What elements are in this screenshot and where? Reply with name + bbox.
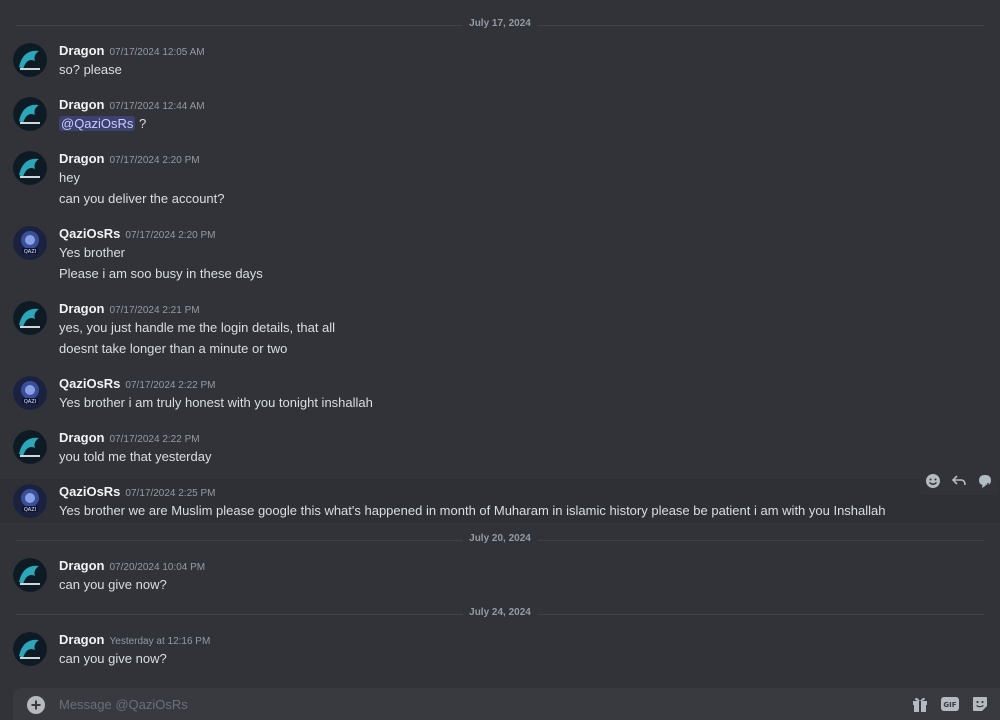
message-text: Yes brother we are Muslim please google … bbox=[59, 503, 886, 518]
create-thread-icon[interactable] bbox=[974, 470, 996, 492]
timestamp: 07/17/2024 2:22 PM bbox=[125, 380, 216, 391]
author-name[interactable]: Dragon bbox=[59, 558, 105, 573]
author-name[interactable]: Dragon bbox=[59, 43, 105, 58]
avatar-qazi[interactable]: QAZI bbox=[13, 226, 47, 260]
message[interactable]: Dragon 07/17/2024 12:44 AM @QaziOsRs ? bbox=[0, 92, 1000, 140]
avatar-dragon[interactable] bbox=[13, 632, 47, 666]
message-header: QaziOsRs 07/17/2024 2:20 PM bbox=[59, 226, 216, 241]
message-text: can you give now? bbox=[59, 651, 167, 666]
message-header: Dragon 07/17/2024 2:21 PM bbox=[59, 301, 200, 316]
timestamp: 07/17/2024 2:20 PM bbox=[109, 155, 200, 166]
message[interactable]: Dragon 07/17/2024 2:20 PM hey can you del… bbox=[0, 146, 1000, 212]
message-text: doesnt take longer than a minute or two bbox=[59, 341, 288, 356]
message-text: @QaziOsRs ? bbox=[59, 116, 146, 131]
timestamp: 07/17/2024 2:21 PM bbox=[109, 305, 200, 316]
avatar-dragon[interactable] bbox=[13, 301, 47, 335]
message-text: so? please bbox=[59, 62, 122, 77]
timestamp: 07/20/2024 10:04 PM bbox=[109, 562, 206, 573]
author-name[interactable]: Dragon bbox=[59, 301, 105, 316]
avatar-dragon[interactable] bbox=[13, 43, 47, 77]
message[interactable]: QAZI QaziOsRs 07/17/2024 2:20 PM Yes brot… bbox=[0, 221, 1000, 287]
message[interactable]: Dragon Yesterday at 12:16 PM can you give… bbox=[0, 627, 1000, 675]
message-header: QaziOsRs 07/17/2024 2:22 PM bbox=[59, 376, 216, 391]
message-header: Dragon 07/20/2024 10:04 PM bbox=[59, 558, 205, 573]
date-divider: July 20, 2024 bbox=[16, 533, 984, 544]
timestamp: 07/17/2024 2:20 PM bbox=[125, 230, 216, 241]
author-name[interactable]: Dragon bbox=[59, 430, 105, 445]
date-divider: July 24, 2024 bbox=[16, 607, 984, 618]
avatar-dragon[interactable] bbox=[13, 430, 47, 464]
gift-icon[interactable] bbox=[910, 694, 930, 714]
timestamp: Yesterday at 12:16 PM bbox=[109, 636, 211, 647]
timestamp: 07/17/2024 2:22 PM bbox=[109, 434, 200, 445]
avatar-dragon[interactable] bbox=[13, 97, 47, 131]
sticker-icon[interactable] bbox=[970, 694, 990, 714]
message-text: can you give now? bbox=[59, 577, 167, 592]
timestamp: 07/17/2024 12:05 AM bbox=[109, 47, 205, 58]
date-divider-label: July 20, 2024 bbox=[463, 533, 537, 544]
message[interactable]: Dragon 07/17/2024 12:05 AM so? please bbox=[0, 38, 1000, 86]
message[interactable]: Dragon 07/17/2024 2:21 PM yes, you just h… bbox=[0, 296, 1000, 362]
date-divider-label: July 17, 2024 bbox=[463, 18, 537, 29]
message-hovered[interactable]: QAZI QaziOsRs 07/17/2024 2:25 PM Yes brot… bbox=[0, 467, 1000, 523]
author-name[interactable]: Dragon bbox=[59, 151, 105, 166]
author-name[interactable]: Dragon bbox=[59, 97, 105, 112]
svg-text:QAZI: QAZI bbox=[24, 507, 36, 513]
message-text: Yes brother i am truly honest with you t… bbox=[59, 395, 373, 410]
avatar-dragon[interactable] bbox=[13, 558, 47, 592]
message-text-suffix: ? bbox=[135, 116, 147, 131]
message[interactable]: Dragon 07/17/2024 2:22 PM you told me tha… bbox=[0, 425, 1000, 473]
message-list[interactable]: July 17, 2024 Dragon 07/17/2024 12:05 AM … bbox=[0, 0, 1000, 686]
add-attachment-icon[interactable] bbox=[27, 696, 45, 714]
author-name[interactable]: Dragon bbox=[59, 632, 105, 647]
message-composer[interactable]: Message @QaziOsRs GIF bbox=[13, 688, 1000, 720]
add-reaction-icon[interactable] bbox=[922, 470, 944, 492]
timestamp: 07/17/2024 2:25 PM bbox=[125, 488, 216, 499]
author-name[interactable]: QaziOsRs bbox=[59, 226, 120, 241]
avatar-qazi[interactable]: QAZI bbox=[13, 376, 47, 410]
message-text: hey bbox=[59, 170, 80, 185]
message-text: Please i am soo busy in these days bbox=[59, 266, 263, 281]
message-header: Dragon 07/17/2024 12:05 AM bbox=[59, 43, 205, 58]
message[interactable]: QAZI QaziOsRs 07/17/2024 2:22 PM Yes brot… bbox=[0, 371, 1000, 419]
message-text: yes, you just handle me the login detail… bbox=[59, 320, 336, 335]
avatar-qazi[interactable]: QAZI bbox=[13, 484, 47, 518]
author-name[interactable]: QaziOsRs bbox=[59, 484, 120, 499]
svg-text:QAZI: QAZI bbox=[24, 399, 36, 405]
message-text: you told me that yesterday bbox=[59, 449, 212, 464]
message-header: Dragon 07/17/2024 2:20 PM bbox=[59, 151, 200, 166]
message-text: can you deliver the account? bbox=[59, 191, 225, 206]
reply-icon[interactable] bbox=[948, 470, 970, 492]
message-text: Yes brother bbox=[59, 245, 126, 260]
message-header: Dragon 07/17/2024 2:22 PM bbox=[59, 430, 200, 445]
message-header: Dragon 07/17/2024 12:44 AM bbox=[59, 97, 205, 112]
author-name[interactable]: QaziOsRs bbox=[59, 376, 120, 391]
date-divider: July 17, 2024 bbox=[16, 18, 984, 29]
svg-text:QAZI: QAZI bbox=[24, 249, 36, 255]
message-header: QaziOsRs 07/17/2024 2:25 PM bbox=[59, 484, 216, 499]
svg-text:GIF: GIF bbox=[943, 701, 956, 709]
message-header: Dragon Yesterday at 12:16 PM bbox=[59, 632, 210, 647]
user-mention[interactable]: @QaziOsRs bbox=[59, 116, 136, 131]
gif-icon[interactable]: GIF bbox=[940, 694, 960, 714]
message-hover-toolbar bbox=[920, 467, 998, 495]
message-input[interactable]: Message @QaziOsRs bbox=[59, 697, 188, 712]
timestamp: 07/17/2024 12:44 AM bbox=[109, 101, 205, 112]
avatar-dragon[interactable] bbox=[13, 151, 47, 185]
message[interactable]: Dragon 07/20/2024 10:04 PM can you give n… bbox=[0, 553, 1000, 601]
date-divider-label: July 24, 2024 bbox=[463, 607, 537, 618]
